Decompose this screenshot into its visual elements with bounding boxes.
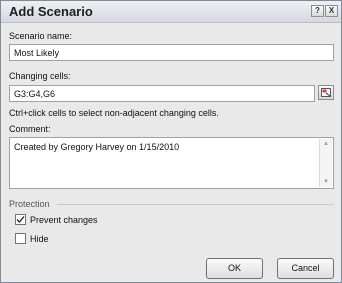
comment-label: Comment: — [9, 124, 51, 134]
close-button[interactable]: X — [325, 5, 338, 17]
prevent-changes-label[interactable]: Prevent changes — [30, 215, 98, 225]
changing-cells-label: Changing cells: — [9, 71, 71, 81]
dialog-title: Add Scenario — [9, 4, 93, 19]
title-bar: Add Scenario ? X — [1, 1, 341, 23]
ok-button[interactable]: OK — [206, 258, 263, 279]
prevent-changes-checkbox[interactable] — [15, 214, 26, 225]
hide-checkbox[interactable] — [15, 233, 26, 244]
comment-scrollbar[interactable]: ▲ ▼ — [319, 139, 332, 187]
help-button[interactable]: ? — [311, 5, 324, 17]
protection-group-label: Protection — [9, 199, 50, 209]
cancel-button[interactable]: Cancel — [277, 258, 334, 279]
scenario-name-input[interactable]: Most Likely — [9, 44, 334, 61]
checkmark-icon — [16, 216, 25, 223]
hide-label[interactable]: Hide — [30, 234, 49, 244]
collapse-dialog-button[interactable] — [318, 85, 334, 100]
scenario-name-label: Scenario name: — [9, 31, 73, 41]
comment-text: Created by Gregory Harvey on 1/15/2010 — [14, 142, 180, 152]
scroll-up-icon[interactable]: ▲ — [323, 141, 329, 147]
changing-cells-hint: Ctrl+click cells to select non-adjacent … — [9, 108, 219, 118]
changing-cells-input[interactable]: G3:G4,G6 — [9, 85, 315, 102]
add-scenario-dialog: Add Scenario ? X Scenario name: Most Lik… — [0, 0, 342, 283]
comment-textarea[interactable]: Created by Gregory Harvey on 1/15/2010 ▲… — [9, 137, 334, 189]
range-select-icon — [321, 88, 331, 97]
scroll-down-icon[interactable]: ▼ — [323, 179, 329, 185]
protection-divider — [57, 204, 334, 205]
